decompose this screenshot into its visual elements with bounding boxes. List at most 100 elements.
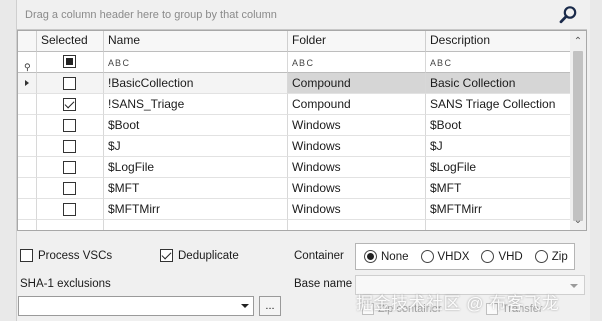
filter-folder[interactable]: A B C bbox=[288, 52, 426, 73]
name-cell[interactable]: $MFT bbox=[104, 178, 288, 199]
selected-cell bbox=[37, 94, 104, 115]
container-option-vhdx[interactable]: VHDX bbox=[420, 250, 469, 263]
description-cell[interactable]: $MFTMirr bbox=[426, 199, 571, 220]
scroll-up-icon[interactable]: ⌃ bbox=[570, 33, 586, 49]
table-row[interactable]: !SANS_Triage Compound SANS Triage Collecti… bbox=[18, 94, 571, 115]
table-row[interactable]: $MFT Windows $MFT bbox=[18, 178, 571, 199]
table-row[interactable]: $LogFile Windows $LogFile bbox=[18, 157, 571, 178]
folder-cell[interactable]: Windows bbox=[288, 157, 426, 178]
row-select-checkbox[interactable] bbox=[63, 140, 76, 153]
row-select-checkbox[interactable] bbox=[63, 77, 76, 90]
row-indicator bbox=[18, 136, 37, 157]
selected-cell bbox=[37, 199, 104, 220]
empty-cell bbox=[288, 220, 426, 230]
selected-cell bbox=[37, 73, 104, 94]
sha1-exclusions-combobox[interactable] bbox=[18, 296, 254, 316]
row-select-checkbox[interactable] bbox=[63, 182, 76, 195]
empty-cell bbox=[18, 220, 37, 230]
description-cell[interactable]: $J bbox=[426, 136, 571, 157]
row-indicator bbox=[18, 73, 37, 94]
filter-name[interactable]: A B C bbox=[104, 52, 288, 73]
row-indicator bbox=[18, 178, 37, 199]
container-option-vhd[interactable]: VHD bbox=[481, 250, 523, 263]
process-vscs-option[interactable]: Process VSCs bbox=[20, 249, 112, 262]
deduplicate-option[interactable]: Deduplicate bbox=[160, 249, 239, 262]
table-row[interactable] bbox=[18, 220, 571, 230]
name-cell[interactable]: $Boot bbox=[104, 115, 288, 136]
row-indicator-header bbox=[18, 31, 37, 52]
select-all-checkbox[interactable] bbox=[63, 55, 76, 68]
name-cell[interactable]: !SANS_Triage bbox=[104, 94, 288, 115]
description-cell[interactable]: $Boot bbox=[426, 115, 571, 136]
table-row[interactable]: !BasicCollection Compound Basic Collection bbox=[18, 73, 571, 94]
row-indicator bbox=[18, 157, 37, 178]
name-cell[interactable]: !BasicCollection bbox=[104, 73, 288, 94]
empty-cell bbox=[104, 220, 288, 230]
folder-cell[interactable]: Windows bbox=[288, 115, 426, 136]
group-by-panel[interactable]: Drag a column header here to group by th… bbox=[17, 0, 587, 30]
group-by-hint: Drag a column header here to group by th… bbox=[25, 9, 277, 21]
radio-vhdx[interactable] bbox=[420, 250, 434, 263]
radio-vhd[interactable] bbox=[481, 250, 495, 263]
left-splitter[interactable] bbox=[0, 0, 17, 321]
folder-cell[interactable]: Windows bbox=[288, 136, 426, 157]
description-cell[interactable]: $LogFile bbox=[426, 157, 571, 178]
filter-abc-icon: A B C bbox=[292, 58, 313, 68]
name-cell[interactable]: $J bbox=[104, 136, 288, 157]
column-header-description[interactable]: Description bbox=[426, 31, 571, 52]
selected-cell bbox=[37, 178, 104, 199]
name-cell[interactable]: $MFTMirr bbox=[104, 199, 288, 220]
table-row[interactable]: $Boot Windows $Boot bbox=[18, 115, 571, 136]
folder-cell[interactable]: Windows bbox=[288, 178, 426, 199]
empty-cell bbox=[37, 220, 104, 230]
sha1-dropdown-button[interactable] bbox=[236, 297, 253, 315]
selected-cell bbox=[37, 157, 104, 178]
search-icon bbox=[559, 6, 577, 24]
row-indicator bbox=[18, 94, 37, 115]
folder-cell[interactable]: Compound bbox=[288, 94, 426, 115]
name-cell[interactable]: $LogFile bbox=[104, 157, 288, 178]
description-cell[interactable]: SANS Triage Collection bbox=[426, 94, 571, 115]
row-indicator bbox=[18, 115, 37, 136]
row-select-checkbox[interactable] bbox=[63, 203, 76, 216]
filter-selected[interactable] bbox=[37, 52, 104, 73]
row-select-checkbox[interactable] bbox=[63, 161, 76, 174]
sha1-browse-button[interactable]: ... bbox=[259, 296, 281, 316]
folder-cell[interactable]: Windows bbox=[288, 199, 426, 220]
pin-icon: ⚲ bbox=[24, 62, 31, 72]
radio-none[interactable] bbox=[364, 250, 377, 263]
filter-abc-icon: A B C bbox=[108, 58, 129, 68]
radio-vhd-label: VHD bbox=[498, 250, 523, 263]
grid-vertical-scrollbar[interactable]: ⌃ ⌄ bbox=[570, 30, 587, 231]
description-cell[interactable]: $MFT bbox=[426, 178, 571, 199]
search-button[interactable] bbox=[555, 2, 581, 28]
watermark: 掘金技术社区 @ 布客飞龙 bbox=[356, 294, 560, 313]
folder-cell[interactable]: Compound bbox=[288, 73, 426, 94]
container-option-zip[interactable]: Zip bbox=[534, 250, 568, 263]
column-header-folder[interactable]: Folder bbox=[288, 31, 426, 52]
table-row[interactable]: $MFTMirr Windows $MFTMirr bbox=[18, 199, 571, 220]
container-option-none[interactable]: None bbox=[364, 250, 409, 263]
row-indicator bbox=[18, 199, 37, 220]
row-select-checkbox[interactable] bbox=[63, 98, 76, 111]
deduplicate-checkbox[interactable] bbox=[160, 249, 173, 262]
radio-zip[interactable] bbox=[534, 250, 548, 263]
base-name-dropdown-button[interactable] bbox=[565, 277, 582, 295]
filter-description[interactable]: A B C bbox=[426, 52, 571, 73]
process-vscs-checkbox[interactable] bbox=[20, 249, 33, 262]
scroll-down-icon[interactable]: ⌄ bbox=[570, 212, 586, 228]
column-header-name[interactable]: Name bbox=[104, 31, 288, 52]
filter-abc-icon: A B C bbox=[430, 58, 451, 68]
target-selection-panel: Drag a column header here to group by th… bbox=[0, 0, 602, 321]
chevron-down-icon bbox=[569, 284, 578, 288]
table-row[interactable]: $J Windows $J bbox=[18, 136, 571, 157]
column-header-selected[interactable]: Selected bbox=[37, 31, 104, 52]
scroll-thumb[interactable] bbox=[573, 51, 583, 221]
empty-cell bbox=[426, 220, 571, 230]
container-radio-group: None VHDX VHD Zip bbox=[355, 243, 575, 270]
selected-cell bbox=[37, 115, 104, 136]
right-splitter[interactable] bbox=[590, 0, 602, 321]
row-select-checkbox[interactable] bbox=[63, 119, 76, 132]
description-cell[interactable]: Basic Collection bbox=[426, 73, 571, 94]
container-label: Container bbox=[294, 250, 344, 262]
